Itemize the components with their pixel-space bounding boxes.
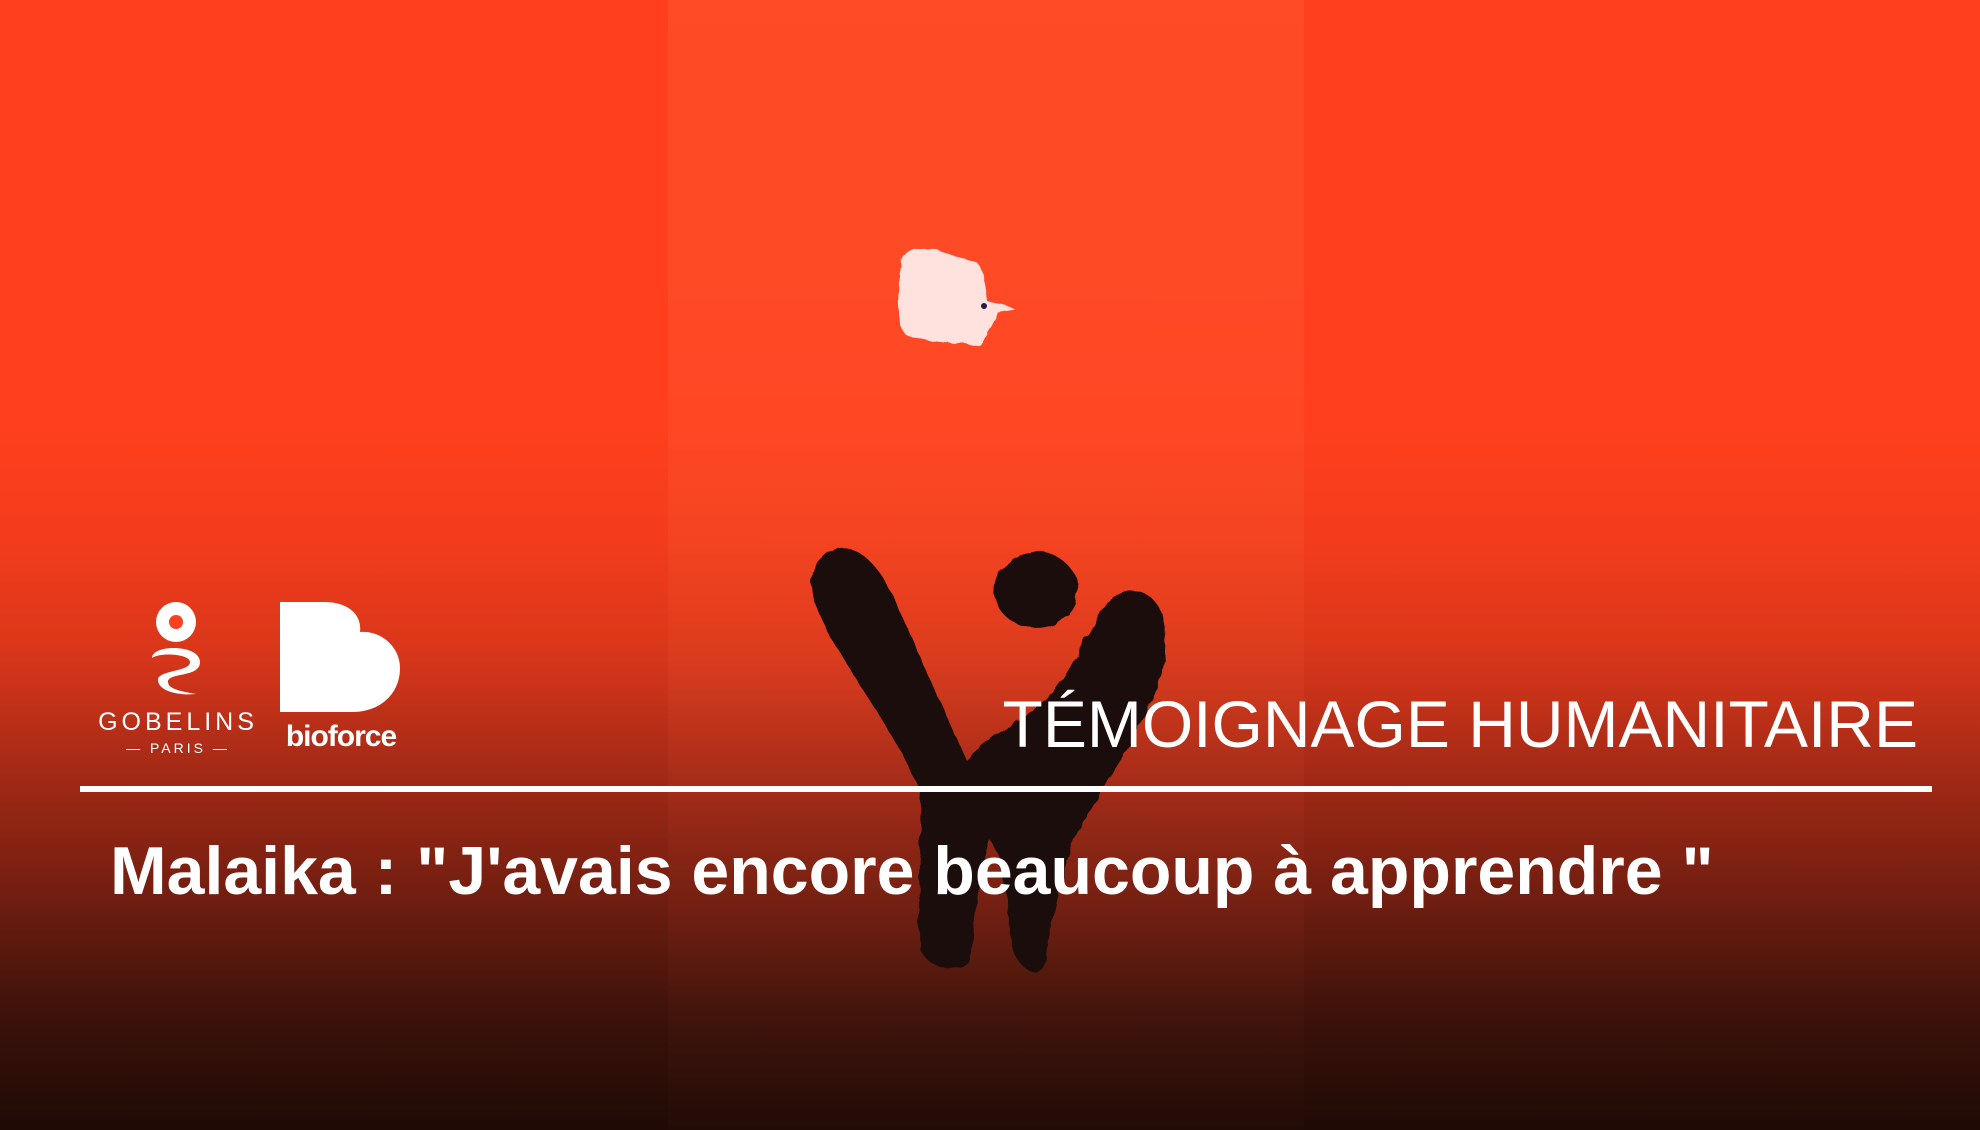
bioforce-wordmark: bioforce bbox=[285, 720, 397, 753]
gobelins-logo: GOBELINS — PARIS — bbox=[98, 600, 258, 760]
gobelins-wordmark: GOBELINS bbox=[98, 708, 258, 736]
video-thumbnail[interactable]: GOBELINS — PARIS — bioforce TÉMOIGNAGE H… bbox=[0, 0, 1980, 1130]
gobelins-mark-icon bbox=[152, 602, 200, 695]
illustration bbox=[812, 247, 1166, 973]
bird-icon bbox=[897, 247, 1016, 345]
gobelins-city: — PARIS — bbox=[126, 740, 230, 756]
bioforce-logo: bioforce bbox=[276, 602, 406, 762]
bioforce-mark-icon bbox=[280, 602, 400, 712]
divider bbox=[80, 786, 1932, 792]
video-title[interactable]: Malaika : "J'avais encore beaucoup à app… bbox=[110, 832, 1714, 910]
category-label: TÉMOIGNAGE HUMANITAIRE bbox=[1002, 687, 1919, 761]
